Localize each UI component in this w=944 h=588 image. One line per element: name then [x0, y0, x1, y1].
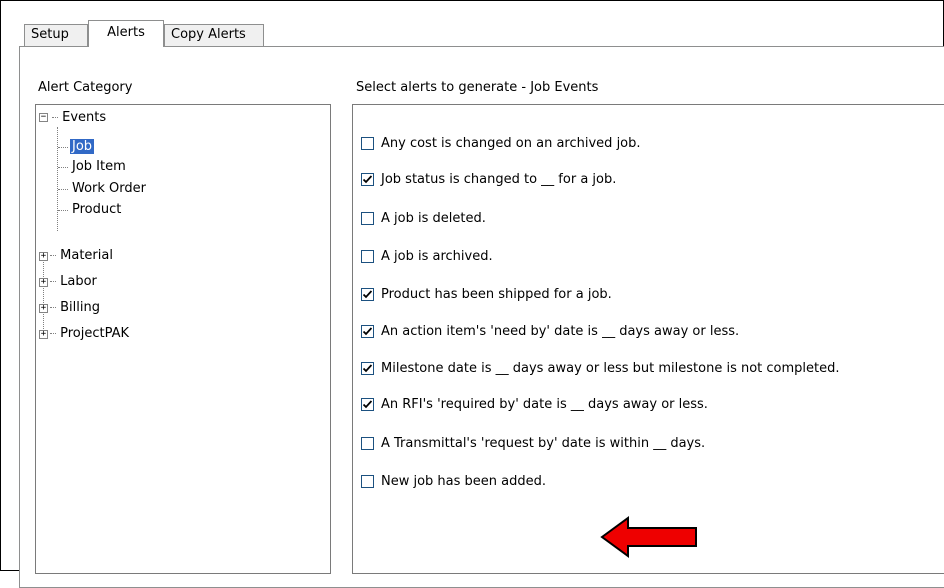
- alerts-panel-label: Select alerts to generate - Job Events: [356, 80, 599, 95]
- tree-connector: [58, 189, 68, 190]
- tab-alerts[interactable]: Alerts: [88, 20, 164, 47]
- checkbox[interactable]: [361, 173, 374, 186]
- checkbox[interactable]: [361, 212, 374, 225]
- checkbox[interactable]: [361, 250, 374, 263]
- checkbox[interactable]: [361, 325, 374, 338]
- checkmark-icon: [363, 290, 372, 299]
- tree-item-work-order[interactable]: Work Order: [72, 179, 146, 199]
- checkbox[interactable]: [361, 362, 374, 375]
- alert-category-label: Alert Category: [38, 80, 133, 95]
- tree-connector: [58, 147, 68, 148]
- tree-connector: [58, 167, 68, 168]
- tab-setup[interactable]: Setup: [24, 24, 88, 46]
- tree-connector: [43, 255, 44, 337]
- checkbox[interactable]: [361, 437, 374, 450]
- tree-item-job-item[interactable]: Job Item: [72, 157, 126, 177]
- alerts-list: Any cost is changed on an archived job. …: [352, 104, 944, 574]
- alert-text: An action item's 'need by' date is __ da…: [381, 324, 740, 339]
- alert-text: New job has been added.: [381, 474, 547, 489]
- tree-item-material[interactable]: Material: [50, 246, 113, 266]
- collapse-icon[interactable]: −: [39, 113, 48, 122]
- alert-category-tree[interactable]: − Events Job Job Item Work Order Product…: [35, 104, 331, 574]
- alert-text: Job status is changed to __ for a job.: [381, 172, 617, 187]
- tree-connector: [57, 127, 58, 231]
- tab-copy-alerts[interactable]: Copy Alerts: [164, 24, 264, 46]
- expand-icon[interactable]: +: [39, 330, 48, 339]
- expand-icon[interactable]: +: [39, 304, 48, 313]
- checkbox[interactable]: [361, 137, 374, 150]
- checkbox[interactable]: [361, 398, 374, 411]
- tree-item-events[interactable]: Events: [52, 108, 106, 128]
- alert-text: Milestone date is __ days away or less b…: [381, 361, 840, 376]
- checkmark-icon: [363, 364, 372, 373]
- checkmark-icon: [363, 175, 372, 184]
- expand-icon[interactable]: +: [39, 252, 48, 261]
- tree-item-billing[interactable]: Billing: [50, 298, 100, 318]
- tree-item-product[interactable]: Product: [72, 200, 121, 220]
- checkmark-icon: [363, 400, 372, 409]
- alert-text: Any cost is changed on an archived job.: [381, 136, 641, 151]
- alert-text: An RFI's 'required by' date is __ days a…: [381, 397, 708, 412]
- tree-item-projectpak[interactable]: ProjectPAK: [50, 324, 129, 344]
- red-arrow-icon: [600, 516, 697, 558]
- checkmark-icon: [363, 327, 372, 336]
- checkbox[interactable]: [361, 288, 374, 301]
- tree-item-labor[interactable]: Labor: [50, 272, 97, 292]
- alert-text: Product has been shipped for a job.: [381, 287, 612, 302]
- tree-connector: [58, 210, 68, 211]
- expand-icon[interactable]: +: [39, 278, 48, 287]
- alert-text: A job is deleted.: [381, 211, 486, 226]
- alert-text: A Transmittal's 'request by' date is wit…: [381, 436, 706, 451]
- alert-text: A job is archived.: [381, 249, 493, 264]
- tree-item-job[interactable]: Job: [70, 137, 95, 157]
- checkbox[interactable]: [361, 475, 374, 488]
